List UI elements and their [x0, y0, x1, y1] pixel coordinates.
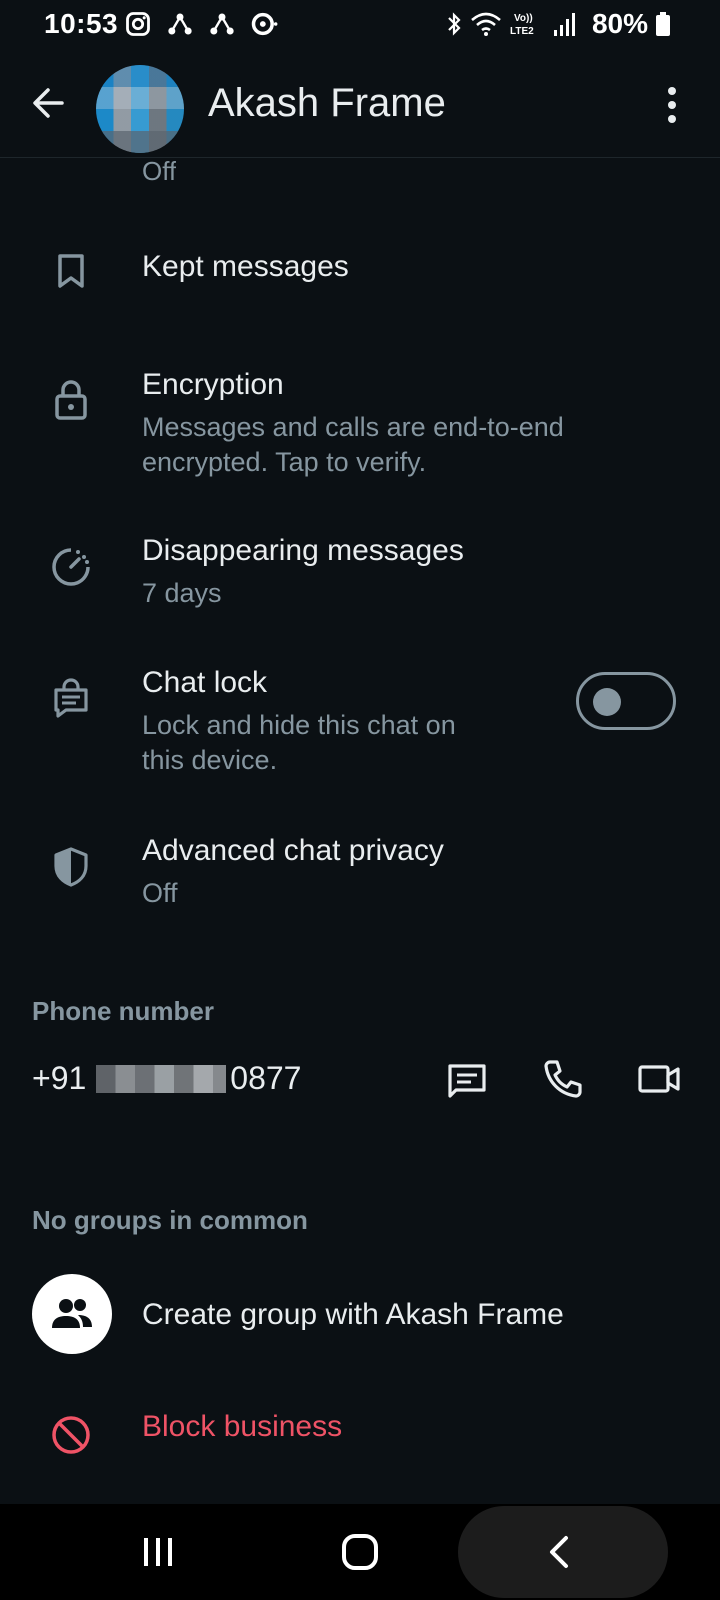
more-vert-icon — [668, 87, 676, 123]
message-icon[interactable] — [444, 1056, 490, 1102]
contact-name[interactable]: Akash Frame — [208, 81, 446, 126]
advanced-privacy-row[interactable]: Advanced chat privacy Off — [0, 830, 720, 930]
create-group-row[interactable]: Create group with Akash Frame — [0, 1270, 720, 1360]
advanced-privacy-title: Advanced chat privacy — [142, 834, 444, 867]
lock-icon — [48, 376, 94, 422]
battery-percent: 80% — [591, 8, 648, 39]
app-notification-icon — [168, 13, 192, 35]
svg-text:LTE2: LTE2 — [510, 26, 534, 37]
sync-icon — [251, 12, 278, 36]
block-business-row[interactable]: Block business — [0, 1400, 720, 1470]
groups-section-label: No groups in common — [32, 1205, 308, 1235]
app-header: Akash Frame — [0, 55, 720, 158]
bookmark-icon — [48, 248, 94, 294]
create-group-label: Create group with Akash Frame — [142, 1298, 564, 1331]
system-status: Vo)) LTE2 80% — [446, 8, 670, 40]
disappearing-messages-title: Disappearing messages — [142, 534, 464, 567]
arrow-back-icon — [33, 88, 64, 118]
more-options-button[interactable] — [666, 85, 678, 125]
instagram-icon — [126, 12, 150, 36]
disappearing-timer-icon — [48, 544, 94, 590]
phone-section-label: Phone number — [32, 996, 215, 1026]
svg-text:Vo)): Vo)) — [514, 13, 533, 24]
advanced-privacy-subtitle: Off — [142, 878, 178, 908]
block-icon — [48, 1412, 94, 1458]
redacted-digits — [96, 1064, 227, 1093]
chat-lock-title: Chat lock — [142, 666, 268, 699]
encryption-row[interactable]: Encryption Messages and calls are end-to… — [0, 362, 720, 492]
home-icon — [342, 1534, 378, 1570]
chat-lock-subtitle: Lock and hide this chat on this device. — [142, 710, 456, 775]
recents-icon — [144, 1538, 172, 1566]
disappearing-messages-row[interactable]: Disappearing messages 7 days — [0, 530, 720, 630]
disappearing-messages-subtitle: 7 days — [142, 578, 222, 608]
app-notification-icon — [210, 13, 234, 35]
previous-item-subtitle: Off — [142, 156, 177, 184]
wifi-icon — [471, 12, 501, 36]
battery-icon — [656, 12, 670, 36]
chevron-left-icon — [550, 1536, 568, 1568]
phone-actions — [444, 1056, 682, 1102]
encryption-title: Encryption — [142, 368, 284, 401]
contact-info-screen: 10:53 Vo)) LTE2 80% Akash Frame Off Kept… — [0, 0, 720, 1600]
notification-icons — [124, 10, 278, 38]
system-nav-bar — [0, 1504, 720, 1600]
kept-messages-row[interactable]: Kept messages — [0, 236, 720, 306]
shield-icon — [48, 844, 94, 890]
phone-suffix: 0877 — [230, 1060, 302, 1096]
phone-prefix: +91 — [32, 1060, 87, 1096]
phone-call-icon[interactable] — [540, 1056, 586, 1102]
block-business-label: Block business — [142, 1410, 343, 1443]
chat-lock-toggle[interactable] — [576, 672, 676, 730]
back-button[interactable] — [28, 83, 68, 123]
chat-lock-icon — [48, 676, 94, 722]
home-button[interactable] — [340, 1532, 380, 1572]
status-bar: 10:53 Vo)) LTE2 80% — [0, 0, 720, 50]
group-avatar — [32, 1274, 112, 1354]
encryption-subtitle: Messages and calls are end-to-end encryp… — [142, 412, 564, 477]
contact-avatar[interactable] — [96, 65, 184, 153]
lte-icon: Vo)) LTE2 — [510, 13, 534, 37]
nav-back-button[interactable] — [540, 1532, 580, 1572]
toggle-knob — [593, 688, 621, 716]
people-icon — [52, 1299, 92, 1328]
chat-lock-row[interactable]: Chat lock Lock and hide this chat on thi… — [0, 662, 720, 792]
phone-number[interactable]: +91 0877 — [32, 1060, 301, 1097]
signal-icon — [553, 13, 575, 36]
kept-messages-title: Kept messages — [142, 250, 349, 283]
bluetooth-icon — [448, 12, 461, 36]
video-call-icon[interactable] — [636, 1056, 682, 1102]
recent-apps-button[interactable] — [138, 1532, 178, 1572]
status-time: 10:53 — [44, 8, 119, 39]
